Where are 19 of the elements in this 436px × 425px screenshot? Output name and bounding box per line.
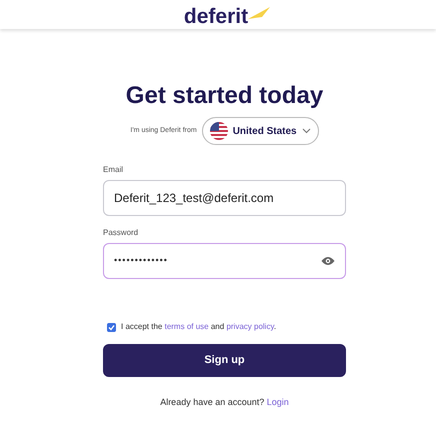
password-field[interactable]: ••••••••••••• (103, 243, 346, 279)
wing-icon (248, 7, 272, 21)
field-label: Password (103, 228, 140, 238)
flag-icon (210, 122, 228, 140)
sign-up-button[interactable]: Sign up (103, 344, 346, 377)
terms-text: I accept the terms of use and privacy policy. (121, 321, 276, 333)
terms-checkbox[interactable] (107, 322, 116, 332)
field-label: Email (103, 165, 124, 175)
chevron-down-icon (302, 128, 311, 134)
terms-link[interactable]: terms of use (164, 322, 209, 331)
login-prompt: Already have an account? Login (159, 396, 290, 409)
country-select[interactable]: United States (202, 117, 319, 145)
login-link[interactable]: Login (266, 397, 289, 407)
logo[interactable]: deferit (184, 5, 248, 29)
email-field[interactable]: Deferit_123_test@deferit.com (103, 180, 346, 216)
page-title: Get started today (124, 81, 324, 111)
eye-icon[interactable] (321, 256, 335, 266)
check-icon (108, 324, 115, 330)
privacy-link[interactable]: privacy policy (226, 322, 274, 331)
